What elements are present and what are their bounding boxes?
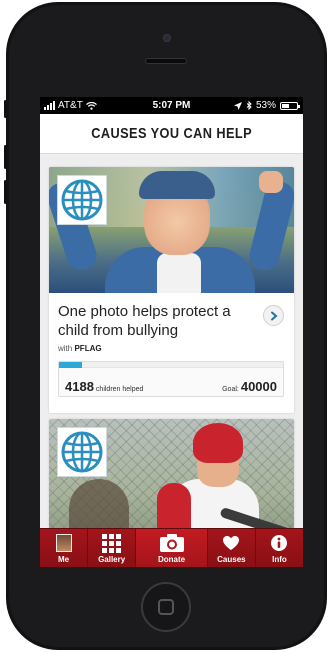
page-header: CAUSES YOU CAN HELP [40,114,303,154]
globe-icon [57,427,107,477]
with-label: with [58,344,73,353]
mute-switch [4,100,7,118]
cause-partner-line: with PFLAG [58,344,285,353]
avatar-icon [55,534,72,552]
home-button[interactable] [141,582,191,632]
goal-label: Goal: [222,386,239,393]
grid-icon [102,533,122,553]
tab-label: Gallery [98,555,126,564]
camera-icon [159,534,184,552]
chevron-right-icon [270,311,278,320]
volume-up-button [4,145,7,169]
tab-bar: Me Gallery Donate Causes Info [40,528,303,567]
front-camera [163,34,171,42]
partner-name: PFLAG [74,344,102,353]
tab-causes[interactable]: Causes [208,529,256,567]
tab-label: Causes [217,555,246,564]
location-arrow-icon [233,101,242,110]
smiling-child-photo [49,167,294,293]
helped-label: children helped [95,386,144,393]
volume-down-button [4,180,7,204]
battery-icon [280,101,300,110]
globe-icon [57,175,107,225]
tab-info[interactable]: Info [256,529,303,567]
page-title: CAUSES YOU CAN HELP [91,125,252,142]
earpiece-speaker [145,58,187,64]
tab-label: Me [57,555,70,564]
tab-donate[interactable]: Donate [136,529,208,567]
goal-stat: Goal: 40000 [222,379,277,394]
donation-progress-box: 4188 children helped Goal: 40000 [58,361,284,397]
tab-label: Donate [157,555,186,564]
status-right: 53% [233,100,300,111]
tab-gallery[interactable]: Gallery [88,529,137,567]
app-screen: AT&T 5:07 PM 53% CAUSES YOU CAN HELP One… [40,97,303,567]
progress-fill [59,362,83,368]
info-icon [271,535,288,551]
cause-card[interactable]: One photo helps protect a child from bul… [49,167,294,413]
cause-headline: One photo helps protect a child from bul… [58,303,231,339]
cause-details-button[interactable] [263,305,284,326]
goal-value: 40000 [240,379,277,394]
heart-icon [223,536,240,550]
tab-me[interactable]: Me [40,529,89,567]
tab-label: Info [272,555,287,564]
helped-count: 4188 [65,379,94,394]
cause-card-body: One photo helps protect a child from bul… [49,293,294,397]
progress-track [59,362,283,368]
bluetooth-icon [246,101,252,110]
status-bar: AT&T 5:07 PM 53% [40,97,303,114]
helped-stat: 4188 children helped [65,379,143,394]
battery-percent: 53% [255,100,276,111]
